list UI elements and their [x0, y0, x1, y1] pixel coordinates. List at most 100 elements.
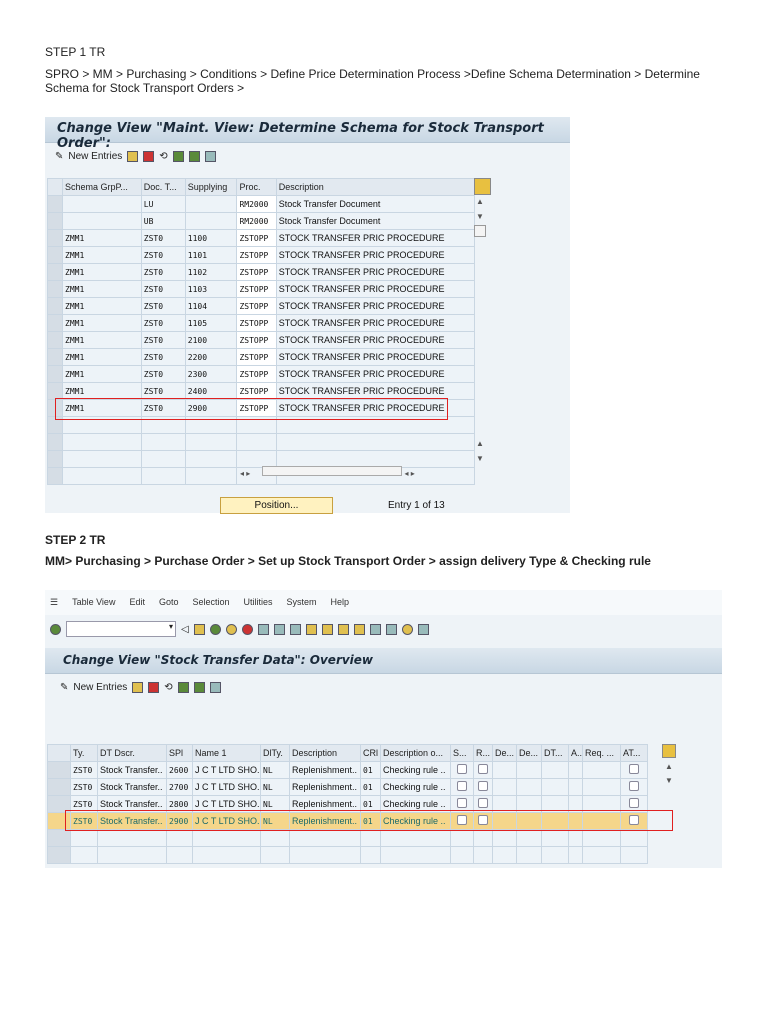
checkbox[interactable]	[629, 781, 639, 791]
select-all-icon[interactable]	[177, 681, 189, 693]
scroll-up-icon-2[interactable]: ▲	[476, 439, 484, 448]
column-header[interactable]: De...	[492, 744, 517, 762]
row-selector[interactable]	[47, 280, 63, 298]
checkbox[interactable]	[629, 798, 639, 808]
table-cell[interactable]: ZSTOPP	[236, 229, 277, 247]
column-header[interactable]: Schema GrpP...	[62, 178, 142, 196]
scroll-down-icon[interactable]: ▼	[476, 212, 484, 221]
table-cell[interactable]: ZSTOPP	[236, 365, 277, 383]
next-page-icon[interactable]	[337, 623, 349, 635]
select-block-icon[interactable]	[193, 681, 205, 693]
command-field[interactable]: ▾	[66, 621, 176, 637]
row-selector[interactable]	[47, 246, 63, 264]
row-selector[interactable]	[47, 365, 63, 383]
column-header[interactable]: Description	[289, 744, 361, 762]
delete-icon[interactable]	[143, 150, 155, 162]
row-selector[interactable]	[47, 467, 63, 485]
position-button[interactable]: Position...	[220, 497, 333, 514]
column-header[interactable]: CRl	[360, 744, 381, 762]
table-row[interactable]: ZMM1 ZST0 1101 ZSTOPP STOCK TRANSFER PRIC PR…	[47, 246, 476, 264]
layout-icon[interactable]	[417, 623, 429, 635]
select-all-icon[interactable]	[172, 150, 184, 162]
shortcut-icon[interactable]	[385, 623, 397, 635]
column-header[interactable]: SPl	[166, 744, 193, 762]
empty-row[interactable]	[47, 450, 476, 468]
horizontal-scrollbar[interactable]: ◂ ▸ ◂ ▸	[240, 466, 470, 478]
row-selector[interactable]	[47, 331, 63, 349]
column-header[interactable]: Description	[275, 178, 476, 196]
find-next-icon[interactable]	[289, 623, 301, 635]
back-arrow-icon[interactable]: ◁	[181, 624, 189, 635]
column-header[interactable]: DT Dscr.	[97, 744, 167, 762]
column-header[interactable]: Proc.	[236, 178, 277, 196]
row-selector[interactable]	[47, 450, 63, 468]
select-block-icon[interactable]	[188, 150, 200, 162]
new-entries-button[interactable]: New Entries	[73, 682, 127, 693]
copy-icon[interactable]	[132, 681, 144, 693]
back-icon[interactable]	[209, 623, 221, 635]
column-header[interactable]: DlTy.	[260, 744, 290, 762]
table-cell[interactable]: ZSTOPP	[236, 280, 277, 298]
column-header[interactable]: Name 1	[192, 744, 261, 762]
table-row[interactable]: ZMM1 ZST0 1105 ZSTOPP STOCK TRANSFER PRIC PR…	[47, 314, 476, 332]
checkbox[interactable]	[478, 781, 488, 791]
table-cell[interactable]: ZSTOPP	[236, 246, 277, 264]
column-header[interactable]: Ty.	[70, 744, 98, 762]
table-row[interactable]: ZMM1 ZST0 2100 ZSTOPP STOCK TRANSFER PRIC PR…	[47, 331, 476, 349]
table-cell[interactable]: ZSTOPP	[236, 263, 277, 281]
table-row[interactable]: ZMM1 ZST0 1103 ZSTOPP STOCK TRANSFER PRIC PR…	[47, 280, 476, 298]
row-selector[interactable]	[47, 778, 71, 796]
menu-item[interactable]: Goto	[159, 597, 179, 608]
menu-item[interactable]: Utilities	[244, 597, 273, 608]
table-cell[interactable]: ZSTOPP	[236, 331, 277, 349]
pencil-icon[interactable]: ✎	[60, 682, 68, 693]
pencil-icon[interactable]: ✎	[55, 151, 63, 162]
table-row[interactable]: ZMM1 ZST0 2400 ZSTOPP STOCK TRANSFER PRIC PR…	[47, 382, 476, 400]
column-header[interactable]: Req. ...	[582, 744, 621, 762]
column-header[interactable]: Doc. T...	[140, 178, 186, 196]
checkbox[interactable]	[478, 798, 488, 808]
table-row[interactable]: ZMM1 ZST0 2200 ZSTOPP STOCK TRANSFER PRIC PR…	[47, 348, 476, 366]
table-row[interactable]: ZMM1 ZST0 1102 ZSTOPP STOCK TRANSFER PRIC PR…	[47, 263, 476, 281]
save-icon[interactable]	[193, 623, 205, 635]
empty-row[interactable]	[47, 433, 476, 451]
exit-icon[interactable]	[225, 623, 237, 635]
menu-item[interactable]: Help	[331, 597, 350, 608]
column-header[interactable]: R...	[473, 744, 493, 762]
empty-row[interactable]	[47, 846, 648, 864]
copy-icon[interactable]	[127, 150, 139, 162]
menu-item[interactable]: Edit	[129, 597, 145, 608]
row-selector[interactable]	[47, 263, 63, 281]
checkbox[interactable]	[629, 764, 639, 774]
cancel-icon[interactable]	[241, 623, 253, 635]
help-icon[interactable]	[401, 623, 413, 635]
table-row[interactable]: ZST0 Stock Transfer.. 2600 J C T LTD SHO.. N…	[47, 761, 648, 779]
column-header[interactable]: Description o...	[380, 744, 451, 762]
column-settings-icon[interactable]	[474, 178, 491, 195]
deselect-icon[interactable]	[209, 681, 221, 693]
row-selector[interactable]	[47, 348, 63, 366]
column-header[interactable]: A...	[568, 744, 583, 762]
row-selector[interactable]	[47, 761, 71, 779]
menu-item[interactable]: System	[287, 597, 317, 608]
column-header[interactable]: Supplying	[184, 178, 238, 196]
scroll-up-icon[interactable]: ▲	[476, 197, 484, 206]
enter-icon[interactable]	[50, 623, 61, 635]
row-selector[interactable]	[47, 212, 63, 230]
table-row[interactable]: LU RM2000 Stock Transfer Document	[47, 195, 476, 213]
row-selector[interactable]	[47, 297, 63, 315]
row-selector[interactable]	[47, 829, 71, 847]
table-row[interactable]: UB RM2000 Stock Transfer Document	[47, 212, 476, 230]
row-selector[interactable]	[47, 314, 63, 332]
row-selector[interactable]	[47, 433, 63, 451]
column-header[interactable]: De...	[516, 744, 542, 762]
new-entries-button[interactable]: New Entries	[68, 151, 122, 162]
scroll-down-icon-2[interactable]: ▼	[476, 454, 484, 463]
delete-icon[interactable]	[148, 681, 160, 693]
table-row[interactable]: ZST0 Stock Transfer.. 2700 J C T LTD SHO.. N…	[47, 778, 648, 796]
vertical-scrollbar[interactable]	[474, 225, 486, 237]
menu-item[interactable]: Table View	[72, 597, 115, 608]
table-cell[interactable]: ZSTOPP	[236, 348, 277, 366]
column-header[interactable]: AT...	[620, 744, 648, 762]
scroll-up-icon[interactable]: ▲	[665, 762, 673, 771]
